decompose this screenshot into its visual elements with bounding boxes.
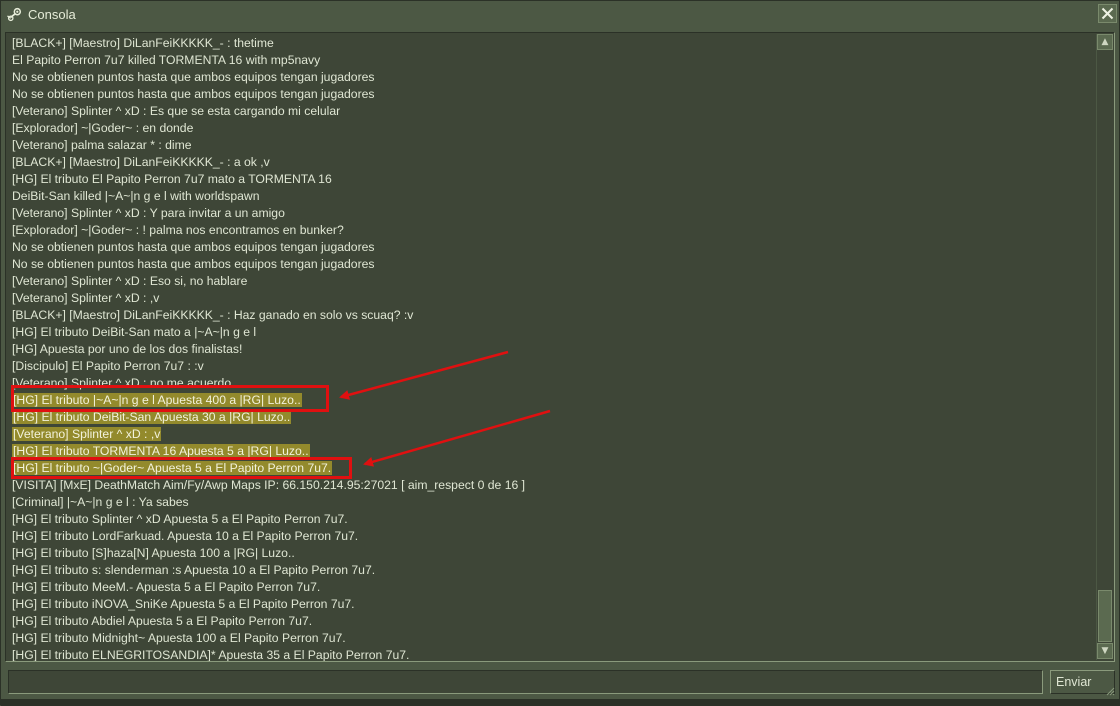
console-line: [BLACK+] [Maestro] DiLanFeiKKKKK_- : the…	[12, 35, 1092, 52]
console-line: [HG] El tributo Splinter ^ xD Apuesta 5 …	[12, 511, 1092, 528]
console-line-text: [HG] El tributo Midnight~ Apuesta 100 a …	[12, 631, 346, 645]
console-line-text: No se obtienen puntos hasta que ambos eq…	[12, 240, 375, 254]
console-line-text: No se obtienen puntos hasta que ambos eq…	[12, 70, 375, 84]
console-line-text: [HG] El tributo iNOVA_SniKe Apuesta 5 a …	[12, 597, 355, 611]
console-line: No se obtienen puntos hasta que ambos eq…	[12, 69, 1092, 86]
console-line-text: [BLACK+] [Maestro] DiLanFeiKKKKK_- : a o…	[12, 155, 270, 169]
console-line-text: [Veterano] Splinter ^ xD : Y para invita…	[12, 206, 285, 220]
console-line: [HG] El tributo [S]haza[N] Apuesta 100 a…	[12, 545, 1092, 562]
console-line: [Criminal] |~A~|n g e l : Ya sabes	[12, 494, 1092, 511]
vertical-scrollbar[interactable]: ▲ ▼	[1096, 34, 1113, 660]
console-line-text: [Criminal] |~A~|n g e l : Ya sabes	[12, 495, 189, 509]
console-window: Consola [BLACK+] [Maestro] DiLanFeiKKKKK…	[0, 0, 1120, 706]
console-line: [Explorador] ~|Goder~ : en donde	[12, 120, 1092, 137]
console-line: [HG] El tributo Midnight~ Apuesta 100 a …	[12, 630, 1092, 647]
console-line-highlighted-text: [HG] El tributo TORMENTA 16 Apuesta 5 a …	[12, 444, 310, 458]
console-line: DeiBit-San killed |~A~|n g e l with worl…	[12, 188, 1092, 205]
window-title: Consola	[28, 7, 76, 22]
resize-grip-icon[interactable]	[1106, 687, 1115, 696]
console-line-text: [Veterano] Splinter ^ xD : Es que se est…	[12, 104, 341, 118]
steam-icon	[7, 7, 22, 22]
console-line: [Discipulo] El Papito Perron 7u7 : :v	[12, 358, 1092, 375]
console-line: No se obtienen puntos hasta que ambos eq…	[12, 86, 1092, 103]
console-line-text: [HG] El tributo DeiBit-San mato a |~A~|n…	[12, 325, 257, 339]
console-line-text: No se obtienen puntos hasta que ambos eq…	[12, 87, 375, 101]
console-line: [Veterano] Splinter ^ xD : no me acuerdo	[12, 375, 1092, 392]
console-line: [HG] El tributo El Papito Perron 7u7 mat…	[12, 171, 1092, 188]
console-line-text: [HG] El tributo ELNEGRITOSANDIA]* Apuest…	[12, 648, 410, 662]
console-line: [Veterano] Splinter ^ xD : ,v	[12, 290, 1092, 307]
arrow-down-icon: ▼	[1101, 646, 1109, 656]
console-line-text: [Explorador] ~|Goder~ : en donde	[12, 121, 194, 135]
command-input[interactable]	[8, 670, 1043, 694]
console-line-highlighted-text: [HG] El tributo ~|Goder~ Apuesta 5 a El …	[12, 461, 333, 475]
console-line: [VISITA] [MxE] DeathMatch Aim/Fy/Awp Map…	[12, 477, 1092, 494]
console-line: [HG] El tributo TORMENTA 16 Apuesta 5 a …	[12, 443, 1092, 460]
console-line: [HG] El tributo DeiBit-San mato a |~A~|n…	[12, 324, 1092, 341]
console-line: No se obtienen puntos hasta que ambos eq…	[12, 256, 1092, 273]
console-line-text: [HG] El tributo Splinter ^ xD Apuesta 5 …	[12, 512, 348, 526]
console-line: [BLACK+] [Maestro] DiLanFeiKKKKK_- : a o…	[12, 154, 1092, 171]
console-line-text: [Veterano] Splinter ^ xD : Eso si, no ha…	[12, 274, 248, 288]
console-line-text: DeiBit-San killed |~A~|n g e l with worl…	[12, 189, 260, 203]
console-line: [HG] El tributo |~A~|n g e l Apuesta 400…	[12, 392, 1092, 409]
console-line-text: No se obtienen puntos hasta que ambos eq…	[12, 257, 375, 271]
console-line-text: [HG] El tributo [S]haza[N] Apuesta 100 a…	[12, 546, 295, 560]
console-log: [BLACK+] [Maestro] DiLanFeiKKKKK_- : the…	[12, 35, 1092, 662]
console-line: [HG] El tributo LordFarkuad. Apuesta 10 …	[12, 528, 1092, 545]
console-line-text: [HG] El tributo LordFarkuad. Apuesta 10 …	[12, 529, 359, 543]
console-line: [BLACK+] [Maestro] DiLanFeiKKKKK_- : Haz…	[12, 307, 1092, 324]
console-line: El Papito Perron 7u7 killed TORMENTA 16 …	[12, 52, 1092, 69]
console-line: No se obtienen puntos hasta que ambos eq…	[12, 239, 1092, 256]
console-line-text: [HG] El tributo s: slenderman :s Apuesta…	[12, 563, 376, 577]
console-line: [Veterano] Splinter ^ xD : Es que se est…	[12, 103, 1092, 120]
console-line: [HG] El tributo DeiBit-San Apuesta 30 a …	[12, 409, 1092, 426]
console-line: [HG] El tributo iNOVA_SniKe Apuesta 5 a …	[12, 596, 1092, 613]
console-line-text: [HG] El tributo El Papito Perron 7u7 mat…	[12, 172, 332, 186]
console-line-text: [Veterano] Splinter ^ xD : no me acuerdo	[12, 376, 232, 390]
console-line-text: [HG] El tributo MeeM.- Apuesta 5 a El Pa…	[12, 580, 321, 594]
console-line-text: [Veterano] palma salazar * : dime	[12, 138, 192, 152]
console-line: [HG] Apuesta por uno de los dos finalist…	[12, 341, 1092, 358]
console-line-text: [VISITA] [MxE] DeathMatch Aim/Fy/Awp Map…	[12, 478, 526, 492]
command-row: Enviar	[1, 667, 1120, 699]
console-line: [Veterano] Splinter ^ xD : Y para invita…	[12, 205, 1092, 222]
console-line-text: [BLACK+] [Maestro] DiLanFeiKKKKK_- : Haz…	[12, 308, 414, 322]
close-icon	[1101, 7, 1114, 20]
console-line-text: El Papito Perron 7u7 killed TORMENTA 16 …	[12, 53, 321, 67]
scroll-up-button[interactable]: ▲	[1097, 34, 1113, 50]
console-line: [HG] El tributo Abdiel Apuesta 5 a El Pa…	[12, 613, 1092, 630]
console-line: [Veterano] Splinter ^ xD : Eso si, no ha…	[12, 273, 1092, 290]
close-button[interactable]	[1098, 4, 1117, 23]
console-line-text: [BLACK+] [Maestro] DiLanFeiKKKKK_- : the…	[12, 36, 274, 50]
arrow-up-icon: ▲	[1101, 37, 1109, 47]
console-line: [Veterano] Splinter ^ xD : ,v	[12, 426, 1092, 443]
console-line-text: [Discipulo] El Papito Perron 7u7 : :v	[12, 359, 204, 373]
console-line: [HG] El tributo MeeM.- Apuesta 5 a El Pa…	[12, 579, 1092, 596]
console-line: [HG] El tributo s: slenderman :s Apuesta…	[12, 562, 1092, 579]
console-line: [Explorador] ~|Goder~ : ! palma nos enco…	[12, 222, 1092, 239]
console-line-text: [HG] Apuesta por uno de los dos finalist…	[12, 342, 243, 356]
console-line: [HG] El tributo ~|Goder~ Apuesta 5 a El …	[12, 460, 1092, 477]
console-line-highlighted-text: [HG] El tributo DeiBit-San Apuesta 30 a …	[12, 410, 292, 424]
console-output-panel[interactable]: [BLACK+] [Maestro] DiLanFeiKKKKK_- : the…	[5, 32, 1115, 662]
title-bar[interactable]: Consola	[1, 1, 1119, 28]
console-line: [Veterano] palma salazar * : dime	[12, 137, 1092, 154]
console-line: [HG] El tributo ELNEGRITOSANDIA]* Apuest…	[12, 647, 1092, 662]
console-line-highlighted-text: [Veterano] Splinter ^ xD : ,v	[12, 427, 162, 441]
console-line-text: [Explorador] ~|Goder~ : ! palma nos enco…	[12, 223, 344, 237]
scroll-thumb[interactable]	[1098, 590, 1112, 642]
console-line-text: [Veterano] Splinter ^ xD : ,v	[12, 291, 160, 305]
console-line-text: [HG] El tributo Abdiel Apuesta 5 a El Pa…	[12, 614, 313, 628]
scroll-down-button[interactable]: ▼	[1097, 643, 1113, 659]
console-line-highlighted-text: [HG] El tributo |~A~|n g e l Apuesta 400…	[12, 393, 302, 407]
